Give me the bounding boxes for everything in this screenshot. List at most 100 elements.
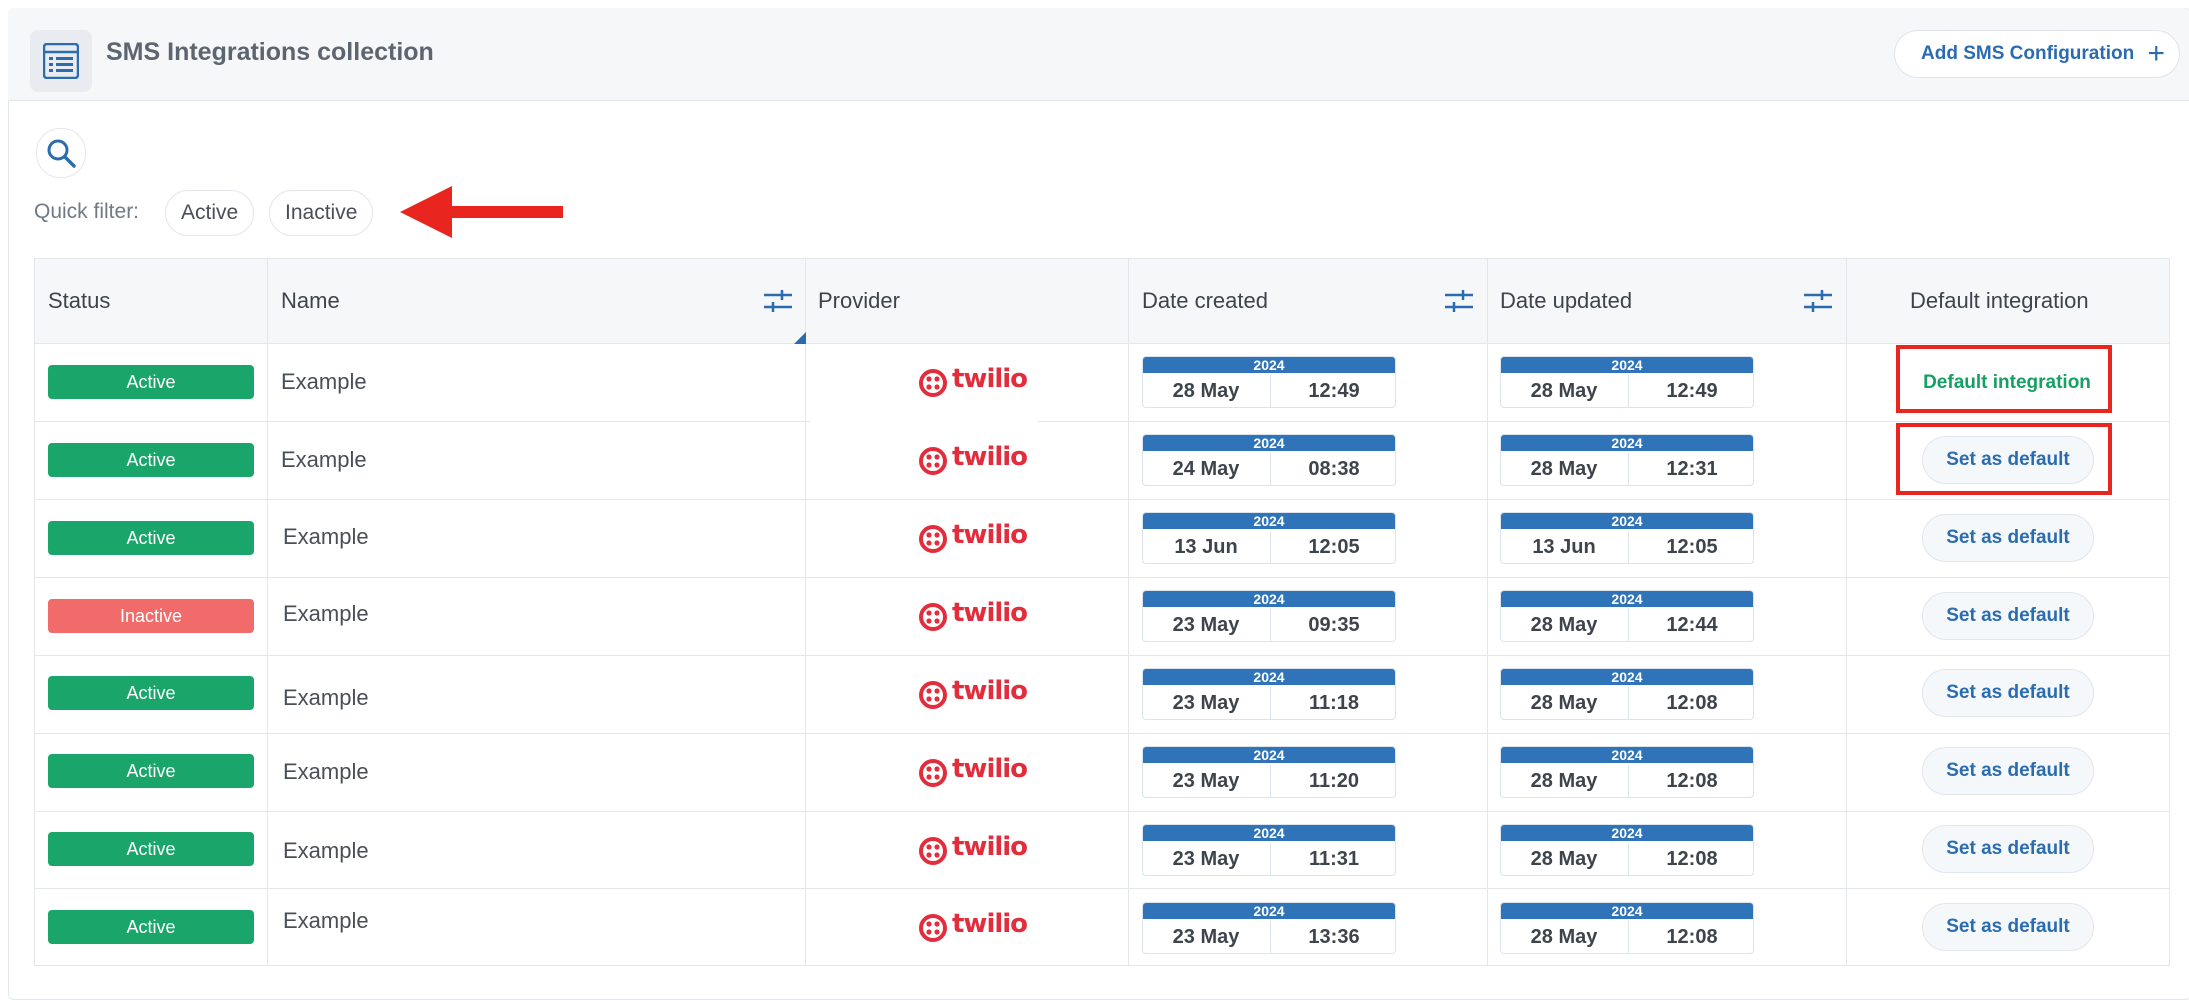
column-header-default-integration[interactable]: Default integration [1910,288,2089,314]
filter-chip-inactive[interactable]: Inactive [269,190,374,236]
date-year: 2024 [1501,435,1753,451]
set-as-default-button[interactable]: Set as default [1922,903,2094,951]
date-day: 28 May [1530,614,1598,636]
provider-name: twilio [952,364,1028,394]
date-time: 11:20 [1270,765,1395,797]
twilio-logo: twilio [918,909,1028,943]
date-day: 28 May [1530,458,1598,480]
date-time: 12:05 [1270,531,1395,563]
date-year: 2024 [1143,513,1395,529]
date-time: 11:18 [1270,687,1395,719]
date-year: 2024 [1501,903,1753,919]
column-header-date-created[interactable]: Date created [1142,288,1268,314]
twilio-logo: twilio [918,364,1028,398]
provider-name: twilio [952,520,1028,550]
twilio-logo: twilio [918,754,1028,788]
column-header-status[interactable]: Status [48,288,110,314]
date-time: 12:08 [1628,687,1753,719]
add-sms-configuration-button[interactable]: Add SMS Configuration + [1894,30,2180,78]
date-year: 2024 [1143,591,1395,607]
date-day: 28 May [1530,926,1598,948]
search-button[interactable] [36,128,86,178]
twilio-logo: twilio [918,676,1028,710]
set-as-default-button[interactable]: Set as default [1922,592,2094,640]
column-header-date-updated[interactable]: Date updated [1500,288,1632,314]
column-resize-handle[interactable] [794,332,806,344]
date-time: 12:49 [1628,375,1753,407]
column-header-provider[interactable]: Provider [818,288,900,314]
integration-name[interactable]: Example [281,369,367,395]
date-year: 2024 [1143,903,1395,919]
date-updated: 2024 28 May 12:08 [1500,902,1754,954]
row-divider [34,577,2170,578]
status-badge: Active [48,443,254,477]
annotation-highlight-box [1896,423,2112,495]
twilio-logo: twilio [918,520,1028,554]
date-year: 2024 [1501,591,1753,607]
table-header [34,258,2170,344]
date-day: 13 Jun [1174,536,1238,558]
date-day: 23 May [1172,614,1240,636]
provider-name: twilio [952,598,1028,628]
set-as-default-button[interactable]: Set as default [1922,825,2094,873]
date-created: 2024 23 May 13:36 [1142,902,1396,954]
date-day: 28 May [1530,380,1598,402]
status-badge: Active [48,910,254,944]
quick-filter-label: Quick filter: [34,200,140,223]
twilio-logo: twilio [918,832,1028,866]
date-year: 2024 [1501,747,1753,763]
sliders-icon[interactable] [1444,288,1474,314]
date-year: 2024 [1501,669,1753,685]
status-badge: Inactive [48,599,254,633]
twilio-logo: twilio [918,598,1028,632]
filter-chip-active[interactable]: Active [165,190,255,236]
date-day: 23 May [1172,926,1240,948]
integration-name[interactable]: Example [283,838,369,864]
status-badge: Active [48,754,254,788]
date-created: 2024 23 May 09:35 [1142,590,1396,642]
set-as-default-button[interactable]: Set as default [1922,747,2094,795]
column-divider [1487,258,1488,966]
date-time: 12:31 [1628,453,1753,485]
date-time: 12:44 [1628,609,1753,641]
date-created: 2024 24 May 08:38 [1142,434,1396,486]
date-time: 13:36 [1270,921,1395,953]
provider-name: twilio [952,754,1028,784]
date-year: 2024 [1501,825,1753,841]
integration-name[interactable]: Example [283,601,369,627]
date-year: 2024 [1143,435,1395,451]
row-divider [34,888,2170,889]
row-divider [34,655,2170,656]
date-day: 23 May [1172,848,1240,870]
date-day: 13 Jun [1532,536,1596,558]
date-day: 23 May [1172,770,1240,792]
row-divider [34,421,2170,422]
date-updated: 2024 28 May 12:08 [1500,746,1754,798]
integration-name[interactable]: Example [283,908,369,934]
column-header-name[interactable]: Name [281,288,340,314]
integration-name[interactable]: Example [283,685,369,711]
date-year: 2024 [1143,825,1395,841]
date-time: 11:31 [1270,843,1395,875]
row-divider [34,811,2170,812]
page-header: SMS Integrations collection Add SMS Conf… [8,8,2189,101]
integration-name[interactable]: Example [283,524,369,550]
column-divider [1128,258,1129,966]
column-divider [1846,258,1847,966]
date-created: 2024 23 May 11:31 [1142,824,1396,876]
date-time: 12:08 [1628,843,1753,875]
integration-name[interactable]: Example [281,447,367,473]
integration-name[interactable]: Example [283,759,369,785]
set-as-default-button[interactable]: Set as default [1922,514,2094,562]
annotation-highlight-box [1896,345,2112,413]
provider-name: twilio [952,909,1028,939]
date-time: 08:38 [1270,453,1395,485]
sliders-icon[interactable] [1803,288,1833,314]
sliders-icon[interactable] [763,288,793,314]
set-as-default-button[interactable]: Set as default [1922,669,2094,717]
date-updated: 2024 28 May 12:49 [1500,356,1754,408]
date-updated: 2024 28 May 12:44 [1500,590,1754,642]
page-title: SMS Integrations collection [106,38,434,66]
provider-name: twilio [952,442,1028,472]
date-day: 28 May [1530,848,1598,870]
